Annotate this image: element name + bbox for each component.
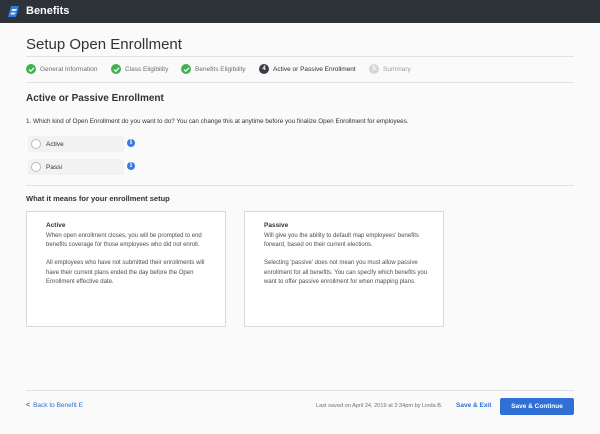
checkmark-icon [111,64,121,74]
chevron-left-icon: < [26,402,31,409]
footer-divider [26,390,574,391]
radio-button[interactable] [31,162,41,172]
benefits-logo-icon [8,6,19,17]
app-title: Benefits [26,5,70,17]
step-summary[interactable]: 5 Summary [369,61,411,77]
card-text: All employees who have not submitted the… [46,260,205,285]
checkmark-icon [26,64,36,74]
stepper-divider [26,82,574,83]
active-explanation-card: Active When open enrollment closes, you … [26,211,226,327]
explanation-title: What it means for your enrollment setup [26,194,170,203]
back-to-benefits-link[interactable]: < Back to Benefit E [26,402,83,409]
card-text: Will give you the ability to default map… [264,233,419,249]
card-title: Passive [264,222,289,229]
radio-option-passive[interactable]: Passi i [28,159,135,175]
back-link-label: Back to Benefit E [33,402,83,409]
radio-button[interactable] [31,139,41,149]
step-label: Summary [383,65,411,73]
radio-box[interactable]: Passi [28,159,124,175]
last-saved-text: Last saved on April 24, 2019 at 2:34pm b… [316,403,443,409]
radio-option-active[interactable]: Active i [28,136,135,152]
info-icon[interactable]: i [127,162,135,170]
step-label: Benefits Eligibility [195,65,246,73]
radio-label: Passi [46,163,62,171]
save-continue-button[interactable]: Save & Continue [500,398,574,415]
radio-label: Active [46,140,64,148]
step-label: Class Eligibility [125,65,169,73]
title-divider [26,56,574,57]
step-general-information[interactable]: General Information [26,61,97,77]
step-number: 4 [259,64,269,74]
radio-box[interactable]: Active [28,136,124,152]
card-text: Selecting 'passive' does not mean you mu… [264,260,428,285]
checkmark-icon [181,64,191,74]
section-divider [26,185,574,186]
card-text: When open enrollment closes, you will be… [46,233,202,249]
step-label: Active or Passive Enrollment [273,65,356,73]
card-title: Active [46,222,66,229]
step-benefits-eligibility[interactable]: Benefits Eligibility [181,61,246,77]
save-exit-button[interactable]: Save & Exit [456,402,491,409]
step-class-eligibility[interactable]: Class Eligibility [111,61,168,77]
step-active-or-passive-enrollment[interactable]: 4 Active or Passive Enrollment [259,61,356,77]
info-icon[interactable]: i [127,139,135,147]
passive-explanation-card: Passive Will give you the ability to def… [244,211,444,327]
section-title: Active or Passive Enrollment [26,93,164,104]
progress-stepper: General Information Class Eligibility Be… [0,61,600,77]
page-title: Setup Open Enrollment [26,36,182,53]
step-label: General Information [40,65,98,73]
top-bar: Benefits [0,0,600,23]
step-number: 5 [369,64,379,74]
enrollment-question: 1. Which kind of Open Enrollment do you … [26,118,409,125]
